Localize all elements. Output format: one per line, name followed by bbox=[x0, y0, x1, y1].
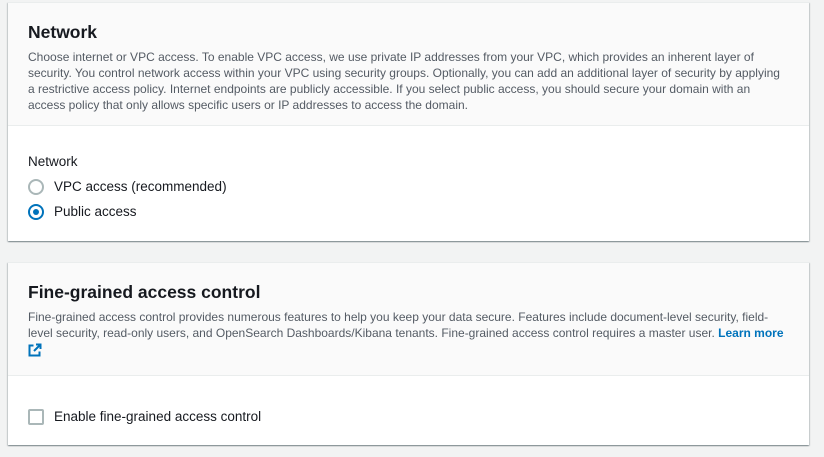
vpc-access-radio-label[interactable]: VPC access (recommended) bbox=[54, 179, 227, 195]
network-panel-description: Choose internet or VPC access. To enable… bbox=[28, 50, 780, 112]
fine-grained-panel-header: Fine-grained access control Fine-grained… bbox=[8, 263, 809, 376]
radio-option-public-access[interactable]: Public access bbox=[28, 204, 137, 220]
fine-grained-panel-description: Fine-grained access control provides num… bbox=[28, 309, 788, 361]
network-panel: Network Choose internet or VPC access. T… bbox=[8, 2, 809, 241]
enable-fine-grained-checkbox[interactable] bbox=[28, 409, 44, 425]
learn-more-link[interactable]: Learn more bbox=[718, 326, 783, 340]
public-access-radio-label[interactable]: Public access bbox=[54, 204, 137, 220]
enable-fine-grained-checkbox-label[interactable]: Enable fine-grained access control bbox=[54, 409, 261, 425]
public-access-radio[interactable] bbox=[28, 204, 44, 220]
fine-grained-panel-title: Fine-grained access control bbox=[28, 282, 261, 302]
enable-fine-grained-checkbox-row[interactable]: Enable fine-grained access control bbox=[28, 409, 261, 425]
network-panel-header: Network Choose internet or VPC access. T… bbox=[8, 3, 809, 126]
network-panel-title: Network bbox=[28, 22, 98, 42]
radio-option-vpc-access[interactable]: VPC access (recommended) bbox=[28, 179, 227, 195]
external-link-icon[interactable] bbox=[28, 343, 42, 357]
fine-grained-description-text: Fine-grained access control provides num… bbox=[28, 310, 769, 340]
network-field-label: Network bbox=[28, 154, 78, 169]
fine-grained-access-panel: Fine-grained access control Fine-grained… bbox=[8, 262, 809, 445]
vpc-access-radio[interactable] bbox=[28, 179, 44, 195]
